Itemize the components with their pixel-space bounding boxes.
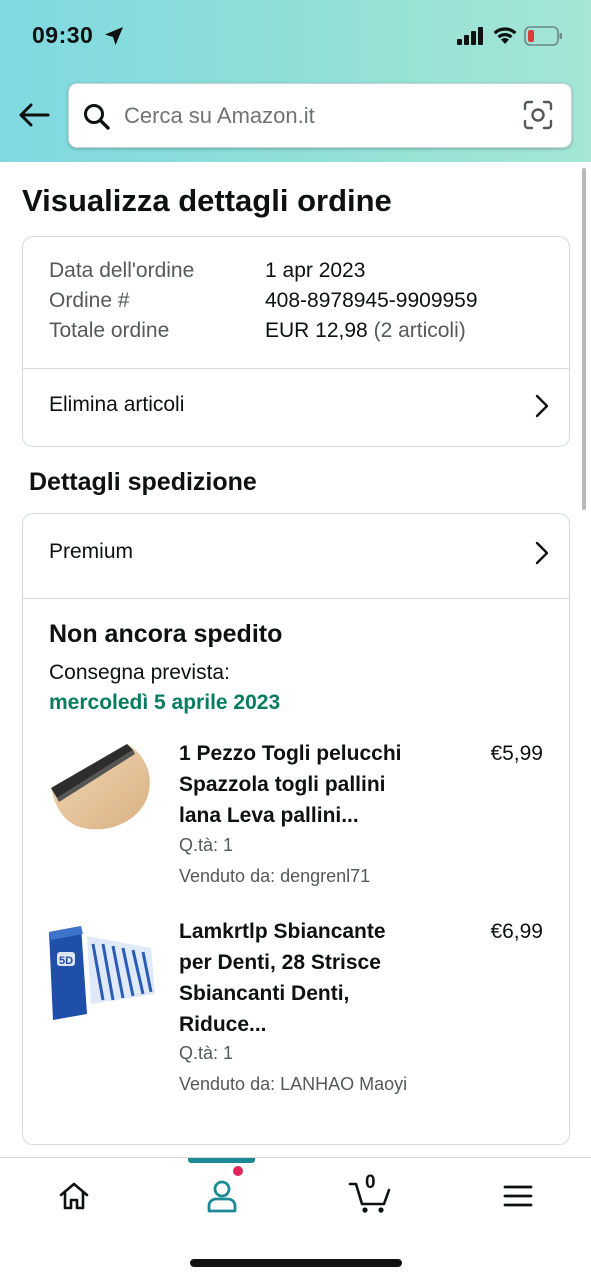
- item-seller: Venduto da: dengrenl71: [179, 866, 371, 886]
- item-quantity: Q.tà: 1: [179, 835, 234, 855]
- expected-delivery-label: Consegna prevista:: [49, 661, 230, 684]
- cart-count-badge: 0: [365, 1172, 376, 1193]
- item-quantity: Q.tà: 1: [179, 1043, 234, 1063]
- back-button[interactable]: [14, 99, 54, 135]
- product-image-whitening-strips[interactable]: 5D: [47, 922, 157, 1025]
- item-title[interactable]: 1 Pezzo Togli pelucchi Spazzola togli pa…: [179, 738, 429, 831]
- wifi-icon: [492, 25, 518, 50]
- search-input[interactable]: [124, 98, 504, 134]
- shipment-status: Non ancora spedito: [49, 620, 283, 648]
- location-arrow-icon: [104, 26, 124, 51]
- item-price: €5,99: [490, 742, 543, 765]
- shipping-service-label: Premium: [49, 540, 134, 563]
- back-arrow-icon: [18, 103, 50, 132]
- order-item-count: (2 articoli): [373, 319, 466, 342]
- order-number-value: 408-8978945-9909959: [265, 289, 478, 312]
- nav-menu[interactable]: [478, 1158, 558, 1238]
- order-total-label: Totale ordine: [49, 319, 170, 342]
- order-total-value: EUR 12,98 (2 articoli): [265, 319, 466, 342]
- shipment-card: Premium Non ancora spedito Consegna prev…: [22, 513, 570, 1145]
- remove-items-row[interactable]: Elimina articoli: [23, 369, 569, 447]
- chevron-right-icon: [535, 394, 549, 423]
- notification-dot: [232, 1165, 244, 1177]
- item-seller: Venduto da: LANHAO Maoyi: [179, 1074, 408, 1094]
- order-summary-card: Data dell'ordine 1 apr 2023 Ordine # 408…: [22, 236, 570, 447]
- item-price: €6,99: [490, 920, 543, 943]
- item-title[interactable]: Lamkrtlp Sbiancante per Denti, 28 Strisc…: [179, 916, 429, 1040]
- remove-items-label: Elimina articoli: [49, 393, 185, 416]
- menu-icon: [502, 1184, 534, 1213]
- status-time: 09:30: [32, 22, 94, 48]
- app-header: 09:30: [0, 0, 591, 162]
- nav-home[interactable]: [34, 1158, 114, 1238]
- page-title: Visualizza dettagli ordine: [22, 183, 392, 218]
- svg-text:5D: 5D: [59, 955, 73, 967]
- shipping-section-title: Dettagli spedizione: [29, 468, 257, 496]
- search-icon: [83, 103, 111, 136]
- nav-account[interactable]: [182, 1158, 262, 1238]
- search-bar[interactable]: [68, 83, 572, 148]
- account-icon: [206, 1179, 238, 1218]
- nav-cart[interactable]: [330, 1158, 410, 1238]
- chevron-right-icon: [535, 541, 549, 570]
- home-icon: [58, 1181, 90, 1216]
- product-image-lint-remover[interactable]: [47, 740, 155, 839]
- battery-low-icon: [524, 26, 564, 51]
- home-indicator[interactable]: [190, 1259, 402, 1267]
- order-number-label: Ordine #: [49, 289, 130, 312]
- divider: [23, 598, 569, 599]
- camera-scan-icon[interactable]: [523, 100, 553, 135]
- order-date-label: Data dell'ordine: [49, 259, 195, 282]
- shipping-service-row[interactable]: Premium: [23, 516, 569, 594]
- scrollbar[interactable]: [582, 168, 586, 510]
- expected-delivery-date: mercoledì 5 aprile 2023: [49, 691, 281, 714]
- cellular-signal-icon: [457, 27, 485, 50]
- order-date-value: 1 apr 2023: [265, 259, 366, 282]
